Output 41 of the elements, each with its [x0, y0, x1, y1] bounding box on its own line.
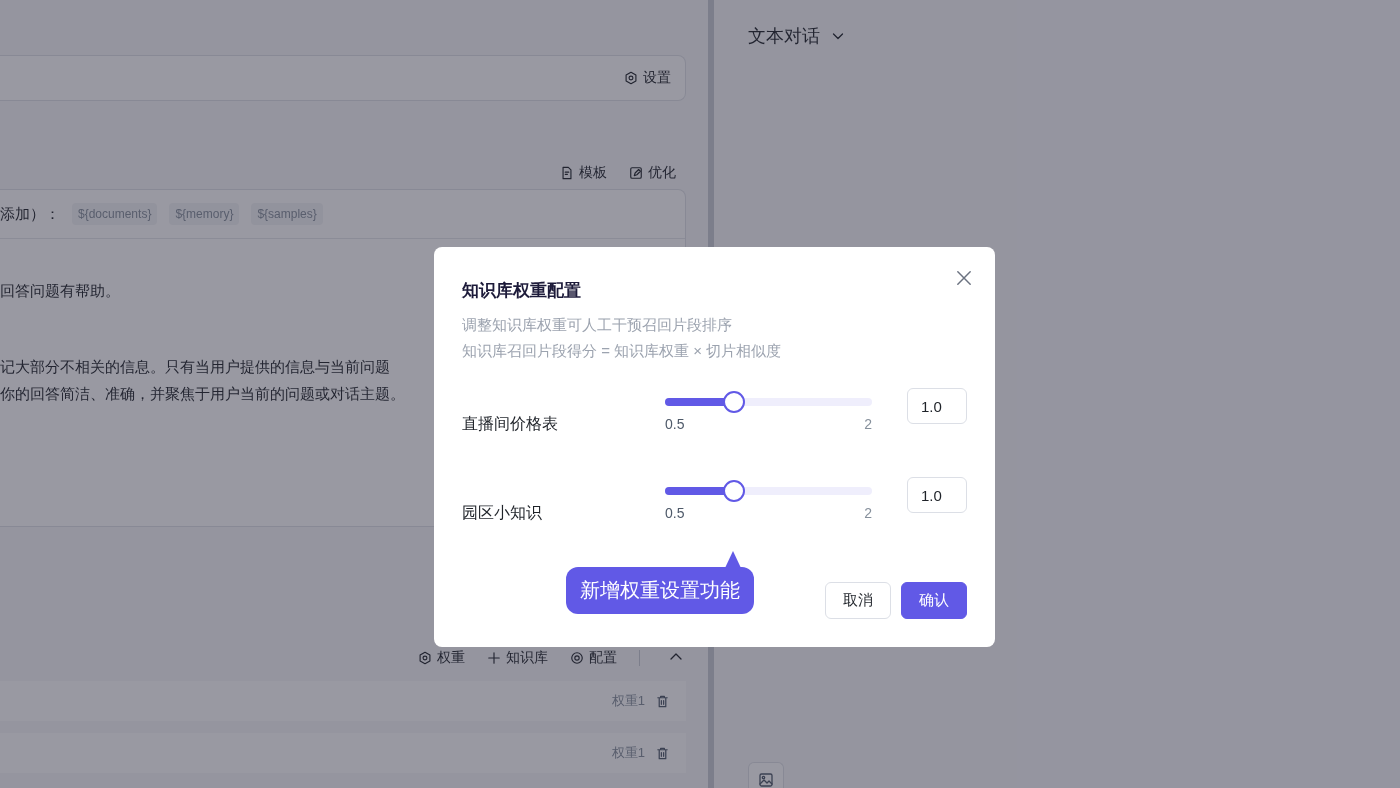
settings-button[interactable]: 设置	[624, 69, 671, 87]
weight-label: 权重1	[611, 692, 645, 710]
weight-input[interactable]: 1.0	[907, 388, 967, 424]
min-label: 0.5	[665, 505, 685, 521]
mode-dropdown[interactable]: 文本对话	[748, 24, 846, 48]
slider-thumb[interactable]	[722, 480, 745, 502]
trash-icon	[655, 745, 670, 761]
close-icon	[955, 269, 973, 287]
delete-button[interactable]	[655, 745, 670, 761]
prompt-text: 回答问题有帮助。	[0, 281, 120, 301]
max-label: 2	[864, 505, 872, 521]
variables-label: 添加）：	[0, 204, 60, 224]
document-icon	[560, 166, 574, 180]
knowledge-name: 园区小知识	[462, 503, 543, 523]
toolbar-button[interactable]: 权重	[418, 649, 465, 667]
delete-button[interactable]	[655, 693, 670, 709]
toolbar-button[interactable]: 知识库	[487, 649, 548, 667]
slider-thumb[interactable]	[722, 391, 745, 413]
toolbar-button[interactable]: 优化	[629, 164, 676, 182]
tooltip: 新增权重设置功能	[566, 567, 754, 614]
weight-input[interactable]: 1.0	[907, 477, 967, 513]
prompt-text: 你的回答简洁、准确，并聚焦于用户当前的问题或对话主题。	[0, 384, 405, 404]
close-button[interactable]	[955, 269, 973, 287]
confirm-button[interactable]: 确认	[901, 582, 967, 619]
settings-icon	[624, 71, 638, 85]
image-button[interactable]	[748, 762, 784, 788]
edit-icon	[629, 166, 643, 180]
toolbar-button[interactable]: 配置	[570, 649, 617, 667]
max-label: 2	[864, 416, 872, 432]
config-icon	[570, 651, 584, 665]
dialog-title: 知识库权重配置	[462, 280, 582, 302]
toolbar-button[interactable]: 模板	[560, 164, 607, 182]
weight-label: 权重1	[611, 744, 645, 762]
cancel-button[interactable]: 取消	[825, 582, 891, 619]
settings-icon	[418, 651, 432, 665]
min-label: 0.5	[665, 416, 685, 432]
image-icon	[758, 771, 774, 788]
knowledge-name: 直播间价格表	[462, 414, 559, 434]
trash-icon	[655, 693, 670, 709]
plus-icon	[487, 651, 501, 665]
prompt-text: 记大部分不相关的信息。只有当用户提供的信息与当前问题	[0, 357, 390, 377]
